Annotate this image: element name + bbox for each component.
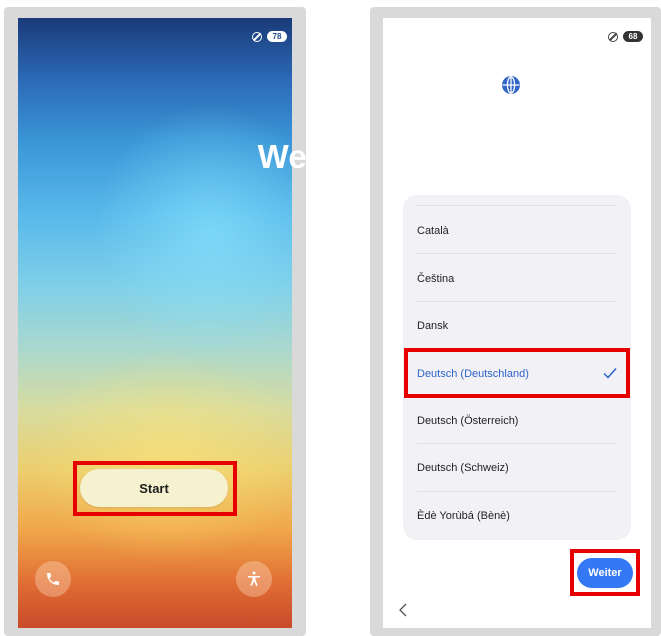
battery-indicator: 68 [623,31,643,42]
welcome-screen [18,18,292,628]
accessibility-icon [248,571,260,586]
language-label: Èdè Yorùbá (Bènè) [417,509,510,522]
next-button[interactable]: Weiter [577,558,633,588]
right-status-bar: 68 [608,31,643,42]
language-item-deutsch-schweiz[interactable]: Deutsch (Schweiz) [403,444,631,491]
language-item-dansk[interactable]: Dansk [403,302,631,349]
language-item-catala[interactable]: Català [403,207,631,254]
language-label: Deutsch (Schweiz) [417,461,509,474]
back-chevron-icon[interactable] [398,602,408,618]
list-divider [417,348,617,349]
battery-indicator: 78 [267,31,287,42]
language-item-cestina[interactable]: Čeština [403,255,631,302]
language-label: Dansk [417,319,449,332]
do-not-disturb-icon [252,31,262,42]
language-list[interactable]: Català Čeština Dansk Deutsch (Deutschlan… [403,195,631,540]
globe-icon [502,76,520,94]
language-label: Čeština [417,272,455,285]
left-status-bar: 78 [252,31,287,42]
list-divider [417,205,617,206]
language-item-yoruba[interactable]: Èdè Yorùbá (Bènè) [403,492,631,539]
phone-icon [47,573,59,585]
language-item-deutsch-oesterreich[interactable]: Deutsch (Österreich) [403,397,631,444]
language-label: Deutsch (Deutschland) [417,367,529,380]
language-item-deutsch-deutschland[interactable]: Deutsch (Deutschland) [403,350,631,397]
do-not-disturb-icon [608,31,618,42]
language-label: Català [417,224,449,237]
emergency-call-button[interactable] [35,561,71,597]
list-divider [417,253,617,254]
accessibility-button[interactable] [236,561,272,597]
checkmark-icon [603,368,617,379]
language-label: Deutsch (Österreich) [417,414,519,427]
start-button[interactable]: Start [80,469,228,507]
